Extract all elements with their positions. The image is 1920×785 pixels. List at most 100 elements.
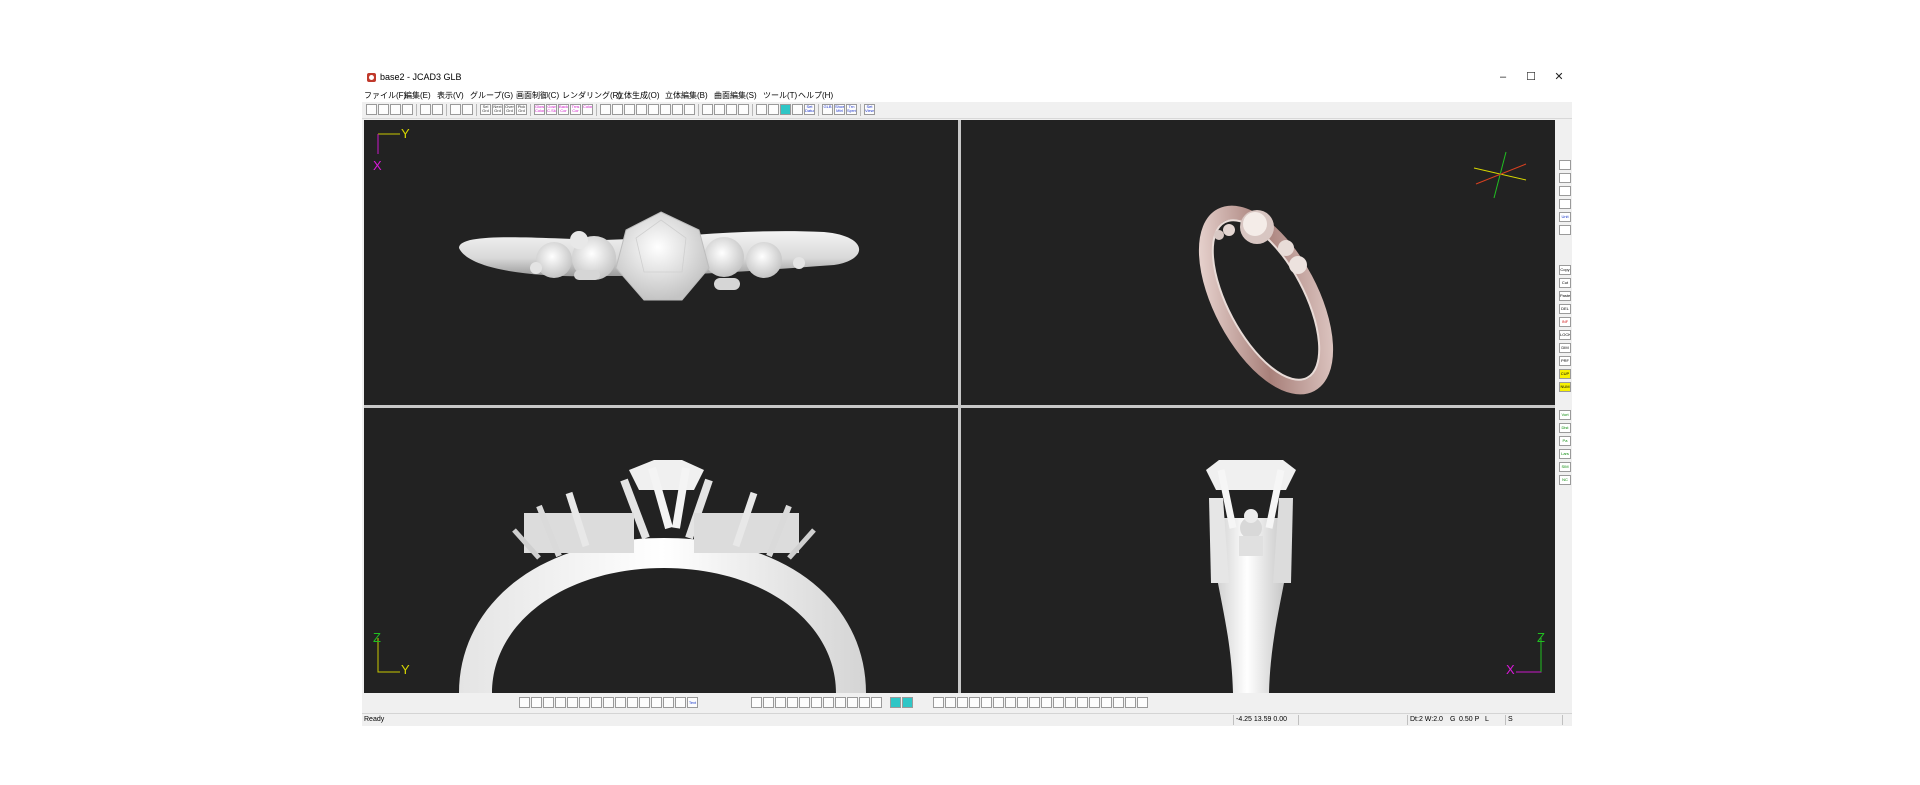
move-icon[interactable] (763, 697, 774, 708)
cyan-view-icon[interactable] (780, 104, 791, 115)
open-folder-icon[interactable] (378, 104, 389, 115)
blend-icon[interactable] (981, 697, 992, 708)
offset-icon[interactable] (579, 697, 590, 708)
flip-icon[interactable] (1101, 697, 1112, 708)
zoom-fit-icon[interactable] (636, 104, 647, 115)
minimize-button[interactable]: – (1489, 69, 1517, 85)
paste-button[interactable]: Paste (1559, 291, 1571, 301)
prf-button[interactable]: PRF (1559, 356, 1571, 366)
menu-rendering[interactable]: レンダリング(R) (562, 90, 621, 101)
over-grd-button[interactable]: Over Grd (504, 104, 515, 115)
rotate-obj-icon[interactable] (775, 697, 786, 708)
unit-button[interactable]: Unit (1559, 212, 1571, 222)
viewport-perspective[interactable] (961, 120, 1555, 405)
zoom-window-icon[interactable] (624, 104, 635, 115)
check-icon[interactable] (1065, 697, 1076, 708)
measure-icon[interactable] (835, 697, 846, 708)
dim-button[interactable]: DIM (1559, 343, 1571, 353)
next-grd-button[interactable]: Next Grd (492, 104, 503, 115)
close-button[interactable]: ✕ (1545, 69, 1573, 85)
pan-icon[interactable] (660, 104, 671, 115)
zoom-all-icon[interactable] (648, 104, 659, 115)
patch-icon[interactable] (1005, 697, 1016, 708)
menu-solid-create[interactable]: 立体生成(O) (616, 90, 660, 101)
menu-group[interactable]: グループ(G) (470, 90, 513, 101)
menu-solid-edit[interactable]: 立体編集(B) (665, 90, 708, 101)
distation-button[interactable]: Dist ation (1559, 423, 1571, 433)
cap-icon[interactable] (1089, 697, 1100, 708)
glow-sk-button[interactable]: Gow C.Sk (546, 104, 557, 115)
grid-icon[interactable] (756, 104, 767, 115)
lock-button[interactable]: LOCK (1559, 330, 1571, 340)
extrude-icon[interactable] (945, 697, 956, 708)
copy-view-icon[interactable] (450, 104, 461, 115)
line-icon[interactable] (567, 697, 578, 708)
glow-color-button[interactable]: Glow ColorE (534, 104, 545, 115)
menu-file[interactable]: ファイル(F) (364, 90, 406, 101)
stitch-icon[interactable] (1041, 697, 1052, 708)
redo-icon[interactable] (432, 104, 443, 115)
sel-grd-button[interactable]: Sel Grd (480, 104, 491, 115)
print-icon[interactable] (402, 104, 413, 115)
vortation-button[interactable]: Vort ation (1559, 410, 1571, 420)
viewport-front[interactable]: Z X (961, 408, 1555, 693)
transparent-button[interactable]: Trn Sprnt (846, 104, 857, 115)
delete-button[interactable]: DEL (1559, 304, 1571, 314)
glb-button[interactable]: GLB (822, 104, 833, 115)
view-top-icon[interactable] (1559, 173, 1571, 183)
curve-icon[interactable] (519, 697, 530, 708)
crosshair-icon[interactable] (933, 697, 944, 708)
person-icon[interactable] (859, 697, 870, 708)
arc-icon[interactable] (555, 697, 566, 708)
frame-icon[interactable] (738, 104, 749, 115)
sim-button[interactable]: SIM (1559, 462, 1571, 472)
join-icon[interactable] (591, 697, 602, 708)
sweep-icon[interactable] (969, 697, 980, 708)
spline-icon[interactable] (531, 697, 542, 708)
trans-color-button[interactable]: Trns Cor (570, 104, 581, 115)
cube-icon[interactable] (639, 697, 650, 708)
array-icon[interactable] (675, 697, 686, 708)
shell-icon[interactable] (799, 697, 810, 708)
maximize-button[interactable]: ☐ (1517, 69, 1545, 85)
info-button[interactable]: INF (1559, 317, 1571, 327)
fillet-icon[interactable] (811, 697, 822, 708)
pan-view-icon[interactable] (684, 104, 695, 115)
lathe-icon[interactable] (871, 697, 882, 708)
split-view-icon[interactable] (462, 104, 473, 115)
viewport-top[interactable]: Y X (364, 120, 958, 405)
search-icon[interactable] (726, 104, 737, 115)
rotate-reset-icon[interactable] (714, 104, 725, 115)
scale-icon[interactable] (787, 697, 798, 708)
set-views-button[interactable]: Set Views (864, 104, 875, 115)
layer-b-icon[interactable] (902, 697, 913, 708)
menu-edit[interactable]: 編集(E) (404, 90, 431, 101)
undo-icon[interactable] (420, 104, 431, 115)
boolean-icon[interactable] (823, 697, 834, 708)
menu-tools[interactable]: ツール(T) (763, 90, 797, 101)
zoom-prev-icon[interactable] (672, 104, 683, 115)
nc-data-button[interactable]: NC Data (1559, 475, 1571, 485)
revolve-icon[interactable] (993, 697, 1004, 708)
circle-icon[interactable] (627, 697, 638, 708)
view-reset-icon[interactable] (1559, 225, 1571, 235)
box-icon[interactable] (1125, 697, 1136, 708)
menu-help[interactable]: ヘルプ(H) (798, 90, 833, 101)
layer-a-icon[interactable] (890, 697, 901, 708)
new-file-icon[interactable] (366, 104, 377, 115)
menu-screen-control[interactable]: 画面制御(C) (516, 90, 559, 101)
back-color-button[interactable]: Back Cor (558, 104, 569, 115)
view-camera-icon[interactable] (1559, 160, 1571, 170)
pick-icon[interactable] (847, 697, 858, 708)
zoom-in-icon[interactable] (600, 104, 611, 115)
trim-surf-icon[interactable] (1029, 697, 1040, 708)
viewport-side[interactable]: Z Y (364, 408, 958, 693)
dot-grid-icon[interactable] (768, 104, 779, 115)
show-mtrl-button[interactable]: Show Mtrl (834, 104, 845, 115)
zoom-out-icon[interactable] (612, 104, 623, 115)
rect-icon[interactable] (615, 697, 626, 708)
save-icon[interactable] (390, 104, 401, 115)
rebuild-icon[interactable] (1077, 697, 1088, 708)
eye-icon[interactable] (1137, 697, 1148, 708)
blank-icon[interactable] (792, 104, 803, 115)
